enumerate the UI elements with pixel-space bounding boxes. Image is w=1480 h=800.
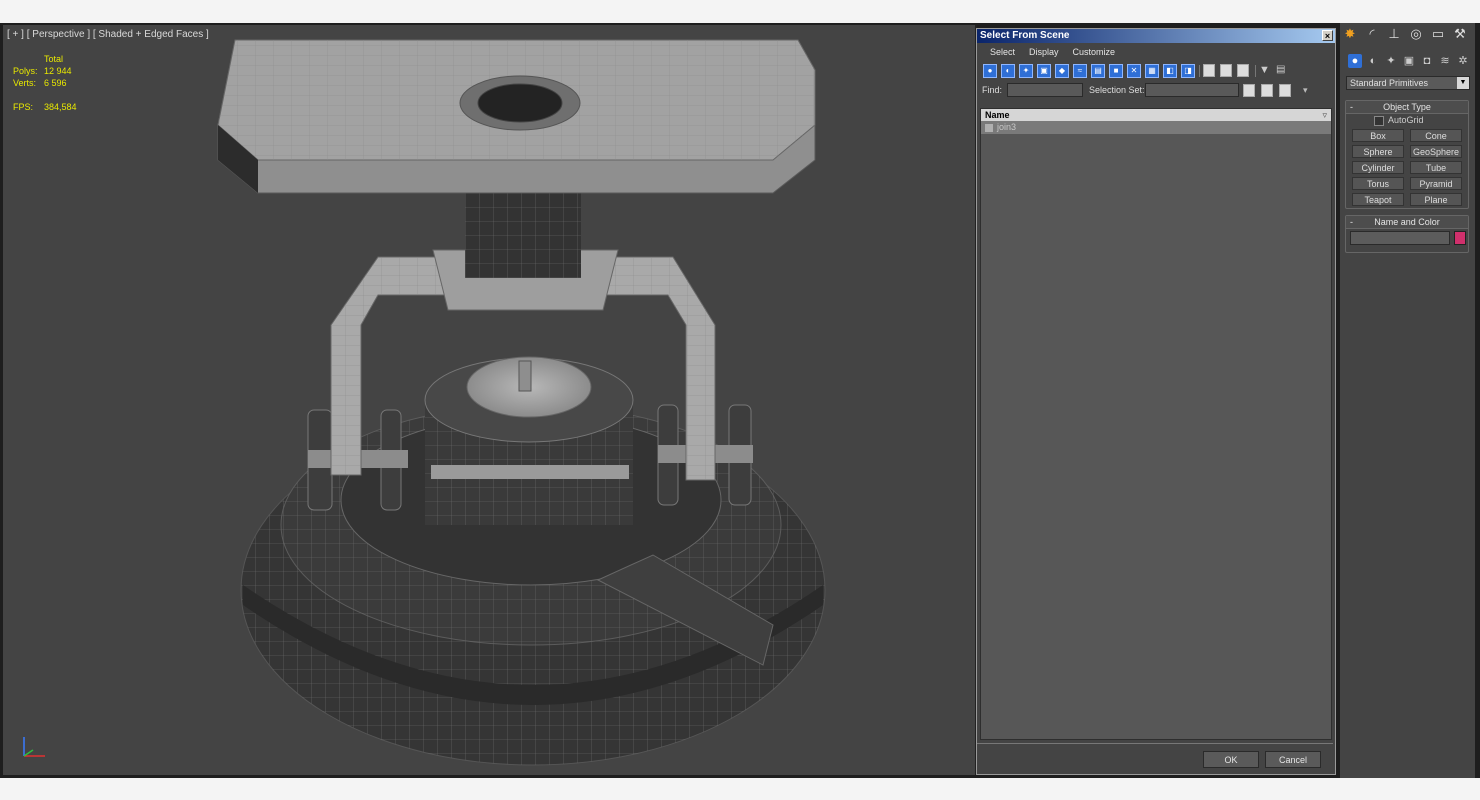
display-frozen-icon[interactable]: ◧ <box>1163 64 1177 78</box>
stats-total-header: Total <box>44 54 64 64</box>
stats-polys-value: 12 944 <box>44 66 72 76</box>
dialog-toolbar: ● ◐ ✦ ▣ ◆ ≈ ▤ ■ ✕ ▦ ◧ ◨ ▼ ▤ <box>977 61 1335 81</box>
max-workspace: [ + ] [ Perspective ] [ Shaded + Edged F… <box>0 23 1480 778</box>
autogrid-checkbox[interactable]: AutoGrid <box>1374 115 1424 126</box>
selection-set-add-icon[interactable] <box>1243 84 1255 97</box>
menu-select[interactable]: Select <box>990 47 1015 57</box>
motion-tab-icon[interactable]: ◎ <box>1408 26 1424 42</box>
chevron-down-icon: ▼ <box>1457 77 1469 89</box>
box-button[interactable]: Box <box>1352 129 1404 142</box>
geosphere-button[interactable]: GeoSphere <box>1410 145 1462 158</box>
spacewarps-category-icon[interactable]: ≋ <box>1438 54 1452 68</box>
helpers-category-icon[interactable]: ◘ <box>1420 54 1434 68</box>
modify-tab-icon[interactable]: ◜ <box>1364 26 1380 42</box>
ok-button[interactable]: OK <box>1203 751 1259 768</box>
shapes-category-icon[interactable]: ◐ <box>1366 54 1380 68</box>
find-input[interactable] <box>1007 83 1083 97</box>
collapse-icon: - <box>1350 102 1353 112</box>
viewport-label-menu[interactable]: [ + ] [ Perspective ] [ Shaded + Edged F… <box>7 29 209 40</box>
scene-object-list[interactable]: Name ▿ join3 <box>980 108 1332 740</box>
select-from-scene-dialog: Select From Scene × Select Display Custo… <box>976 28 1336 775</box>
geometry-category-icon[interactable]: ● <box>1348 54 1362 68</box>
name-column-label: Name <box>985 110 1010 120</box>
3d-model-render <box>217 39 826 766</box>
menu-customize[interactable]: Customize <box>1073 47 1116 57</box>
stats-verts-value: 6 596 <box>44 78 67 88</box>
display-geometry-icon[interactable]: ● <box>983 64 997 78</box>
rollout-title: Object Type <box>1383 102 1431 112</box>
collapse-icon: - <box>1350 217 1353 227</box>
dialog-menu-bar: Select Display Customize <box>977 43 1335 61</box>
create-tab-icon[interactable]: ✸ <box>1342 26 1358 42</box>
hierarchy-tab-icon[interactable]: ⊥ <box>1386 26 1402 42</box>
display-tab-icon[interactable]: ▭ <box>1430 26 1446 42</box>
display-groups-icon[interactable]: ▤ <box>1091 64 1105 78</box>
selection-set-dropdown[interactable] <box>1145 83 1239 97</box>
pyramid-button[interactable]: Pyramid <box>1410 177 1462 190</box>
name-and-color-rollout: - Name and Color <box>1345 215 1469 253</box>
command-panel: ✸ ◜ ⊥ ◎ ▭ ⚒ ● ◐ ✦ ▣ ◘ ≋ ✲ Standard Primi… <box>1340 23 1475 778</box>
find-label: Find: <box>982 85 1003 95</box>
stats-fps-label: FPS: <box>13 102 34 112</box>
rollout-header[interactable]: - Name and Color <box>1346 216 1468 229</box>
autogrid-label: AutoGrid <box>1388 115 1424 125</box>
utilities-tab-icon[interactable]: ⚒ <box>1452 26 1468 42</box>
rollout-title: Name and Color <box>1374 217 1440 227</box>
select-all-icon[interactable] <box>1203 64 1215 77</box>
sphere-button[interactable]: Sphere <box>1352 145 1404 158</box>
display-lights-icon[interactable]: ✦ <box>1019 64 1033 78</box>
chevron-down-icon[interactable]: ▾ <box>1303 85 1308 96</box>
filter-icon[interactable]: ▼ <box>1259 64 1271 77</box>
find-bar: Find: Selection Set: ▾ <box>977 81 1335 99</box>
plane-button[interactable]: Plane <box>1410 193 1462 206</box>
tube-button[interactable]: Tube <box>1410 161 1462 174</box>
perspective-viewport[interactable]: [ + ] [ Perspective ] [ Shaded + Edged F… <box>3 25 977 775</box>
list-column-header[interactable]: Name ▿ <box>981 109 1331 121</box>
cancel-button[interactable]: Cancel <box>1265 751 1321 768</box>
display-cameras-icon[interactable]: ▣ <box>1037 64 1051 78</box>
list-item-label: join3 <box>997 122 1017 132</box>
primitive-type-value: Standard Primitives <box>1350 78 1429 88</box>
axis-tripod-icon <box>23 737 45 757</box>
selection-set-edit-icon[interactable] <box>1279 84 1291 97</box>
stats-verts-label: Verts: <box>13 78 37 88</box>
rollout-header[interactable]: - Object Type <box>1346 101 1468 114</box>
display-hidden-icon[interactable]: ◨ <box>1181 64 1195 78</box>
dialog-title: Select From Scene <box>980 30 1070 41</box>
object-name-input[interactable] <box>1350 231 1450 245</box>
display-spacewarps-icon[interactable]: ≈ <box>1073 64 1087 78</box>
cone-button[interactable]: Cone <box>1410 129 1462 142</box>
cameras-category-icon[interactable]: ▣ <box>1402 54 1416 68</box>
stats-polys-label: Polys: <box>13 66 38 76</box>
filter-options-icon[interactable]: ▤ <box>1276 64 1288 77</box>
display-shapes-icon[interactable]: ◐ <box>1001 64 1015 78</box>
close-icon[interactable]: × <box>1322 30 1333 41</box>
stats-fps-value: 384,584 <box>44 102 77 112</box>
select-invert-icon[interactable] <box>1237 64 1249 77</box>
teapot-button[interactable]: Teapot <box>1352 193 1404 206</box>
cylinder-button[interactable]: Cylinder <box>1352 161 1404 174</box>
display-xrefs-icon[interactable]: ■ <box>1109 64 1123 78</box>
list-item[interactable]: join3 <box>981 121 1331 134</box>
column-filter-icon[interactable]: ▿ <box>1322 109 1327 121</box>
systems-category-icon[interactable]: ✲ <box>1456 54 1470 68</box>
display-bones-icon[interactable]: ✕ <box>1127 64 1141 78</box>
dialog-footer: OK Cancel <box>977 743 1333 774</box>
object-type-icon <box>985 123 993 132</box>
primitive-type-dropdown[interactable]: Standard Primitives ▼ <box>1346 76 1470 90</box>
dialog-title-bar[interactable]: Select From Scene × <box>977 29 1335 43</box>
torus-button[interactable]: Torus <box>1352 177 1404 190</box>
object-type-rollout: - Object Type AutoGrid Box Cone Sphere G… <box>1345 100 1469 209</box>
object-color-swatch[interactable] <box>1454 231 1466 245</box>
display-helpers-icon[interactable]: ◆ <box>1055 64 1069 78</box>
checkbox-icon <box>1374 115 1384 126</box>
select-none-icon[interactable] <box>1220 64 1232 77</box>
lights-category-icon[interactable]: ✦ <box>1384 54 1398 68</box>
selection-set-remove-icon[interactable] <box>1261 84 1273 97</box>
display-containers-icon[interactable]: ▦ <box>1145 64 1159 78</box>
selection-set-label: Selection Set: <box>1089 85 1145 95</box>
menu-display[interactable]: Display <box>1029 47 1059 57</box>
